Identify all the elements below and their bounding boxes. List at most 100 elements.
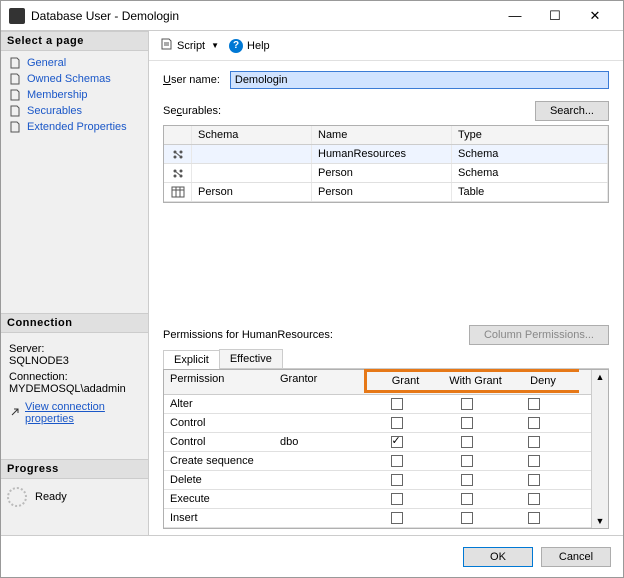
link-label: View connection properties xyxy=(25,401,140,425)
perm-name: Control xyxy=(164,433,274,451)
column-permissions-button[interactable]: Column Permissions... xyxy=(469,325,609,345)
page-icon xyxy=(9,57,21,69)
perm-scrollbar[interactable]: ▲ ▼ xyxy=(591,370,608,528)
securables-row[interactable]: HumanResourcesSchema xyxy=(164,145,608,164)
row-name: HumanResources xyxy=(312,145,452,163)
page-extended-properties[interactable]: Extended Properties xyxy=(5,119,144,135)
help-button[interactable]: ? Help xyxy=(229,39,270,53)
checkbox[interactable] xyxy=(461,455,473,467)
server-value: SQLNODE3 xyxy=(9,355,140,367)
row-name: Person xyxy=(312,164,452,182)
maximize-button[interactable]: ☐ xyxy=(535,2,575,30)
perm-grantor xyxy=(274,509,364,527)
col-deny: Deny xyxy=(513,375,573,387)
perm-grantor xyxy=(274,471,364,489)
chevron-down-icon: ▼ xyxy=(211,41,219,50)
page-label: Securables xyxy=(27,105,82,117)
checkbox[interactable] xyxy=(461,417,473,429)
checkbox[interactable] xyxy=(391,493,403,505)
row-type-icon xyxy=(164,145,192,163)
permissions-for-label: Permissions for HumanResources: xyxy=(163,329,333,341)
checkbox[interactable] xyxy=(461,436,473,448)
checkbox[interactable] xyxy=(528,455,540,467)
permission-row[interactable]: Alter xyxy=(164,395,591,414)
main-panel: Script ▼ ? Help User User name:name: Sec… xyxy=(149,31,623,535)
permission-row[interactable]: Execute xyxy=(164,490,591,509)
col-schema: Schema xyxy=(192,126,312,144)
checkbox[interactable] xyxy=(528,474,540,486)
securables-row[interactable]: PersonPersonTable xyxy=(164,183,608,202)
checkbox[interactable] xyxy=(391,455,403,467)
page-label: Membership xyxy=(27,89,88,101)
minimize-button[interactable]: — xyxy=(495,2,535,30)
progress-block: Ready xyxy=(1,479,148,515)
col-permission: Permission xyxy=(164,370,274,394)
checkbox[interactable] xyxy=(391,417,403,429)
perm-name: Delete xyxy=(164,471,274,489)
progress-status: Ready xyxy=(35,491,67,503)
search-button[interactable]: Search... xyxy=(535,101,609,121)
select-page-header: Select a page xyxy=(1,31,148,51)
page-list: General Owned Schemas Membership Securab… xyxy=(1,51,148,139)
close-button[interactable]: ✕ xyxy=(575,2,615,30)
tab-explicit[interactable]: Explicit xyxy=(163,350,220,369)
connection-header: Connection xyxy=(1,313,148,333)
permission-row[interactable]: Delete xyxy=(164,471,591,490)
user-name-row: User User name:name: xyxy=(163,71,609,89)
page-icon xyxy=(9,121,21,133)
connection-value: MYDEMOSQL\adadmin xyxy=(9,383,140,395)
script-button[interactable]: Script ▼ xyxy=(159,37,219,54)
permissions-grid[interactable]: Permission Grantor Grant With Grant Deny… xyxy=(163,369,609,529)
user-name-input[interactable] xyxy=(230,71,609,89)
checkbox[interactable] xyxy=(528,398,540,410)
row-schema xyxy=(192,145,312,163)
perm-name: Control xyxy=(164,414,274,432)
permission-row[interactable]: Insert xyxy=(164,509,591,528)
ok-button[interactable]: OK xyxy=(463,547,533,567)
tab-effective[interactable]: Effective xyxy=(219,349,283,368)
col-name: Name xyxy=(312,126,452,144)
checkbox[interactable] xyxy=(391,474,403,486)
permission-row[interactable]: Control xyxy=(164,414,591,433)
dialog-footer: OK Cancel xyxy=(1,535,623,577)
script-icon xyxy=(159,37,173,54)
window-title: Database User - Demologin xyxy=(31,9,495,23)
progress-spinner-icon xyxy=(7,487,27,507)
securables-grid[interactable]: Schema Name Type HumanResourcesSchemaPer… xyxy=(163,125,609,203)
securables-row[interactable]: PersonSchema xyxy=(164,164,608,183)
page-membership[interactable]: Membership xyxy=(5,87,144,103)
permission-row[interactable]: Create sequence xyxy=(164,452,591,471)
permission-row[interactable]: Controldbo xyxy=(164,433,591,452)
checkbox[interactable] xyxy=(528,493,540,505)
row-type-icon xyxy=(164,183,192,201)
view-connection-properties-link[interactable]: View connection properties xyxy=(9,401,140,425)
user-name-label: User User name:name: xyxy=(163,74,220,86)
page-owned-schemas[interactable]: Owned Schemas xyxy=(5,71,144,87)
page-icon xyxy=(9,73,21,85)
row-name: Person xyxy=(312,183,452,201)
checkbox[interactable] xyxy=(528,417,540,429)
checkbox[interactable] xyxy=(461,512,473,524)
checkbox[interactable] xyxy=(528,512,540,524)
titlebar: Database User - Demologin — ☐ ✕ xyxy=(1,1,623,31)
page-securables[interactable]: Securables xyxy=(5,103,144,119)
checkbox[interactable] xyxy=(391,436,403,448)
row-type: Schema xyxy=(452,164,608,182)
perm-name: Create sequence xyxy=(164,452,274,470)
checkbox[interactable] xyxy=(528,436,540,448)
page-general[interactable]: General xyxy=(5,55,144,71)
checkbox[interactable] xyxy=(391,512,403,524)
permissions-tabs: Explicit Effective xyxy=(163,349,609,369)
col-grant: Grant xyxy=(373,375,438,387)
perm-grantor xyxy=(274,395,364,413)
cancel-button[interactable]: Cancel xyxy=(541,547,611,567)
help-icon: ? xyxy=(229,39,243,53)
checkbox[interactable] xyxy=(461,493,473,505)
col-with-grant: With Grant xyxy=(438,375,513,387)
checkbox[interactable] xyxy=(461,474,473,486)
script-label: Script xyxy=(177,40,205,52)
checkbox[interactable] xyxy=(461,398,473,410)
page-icon xyxy=(9,89,21,101)
toolbar: Script ▼ ? Help xyxy=(149,31,623,61)
checkbox[interactable] xyxy=(391,398,403,410)
